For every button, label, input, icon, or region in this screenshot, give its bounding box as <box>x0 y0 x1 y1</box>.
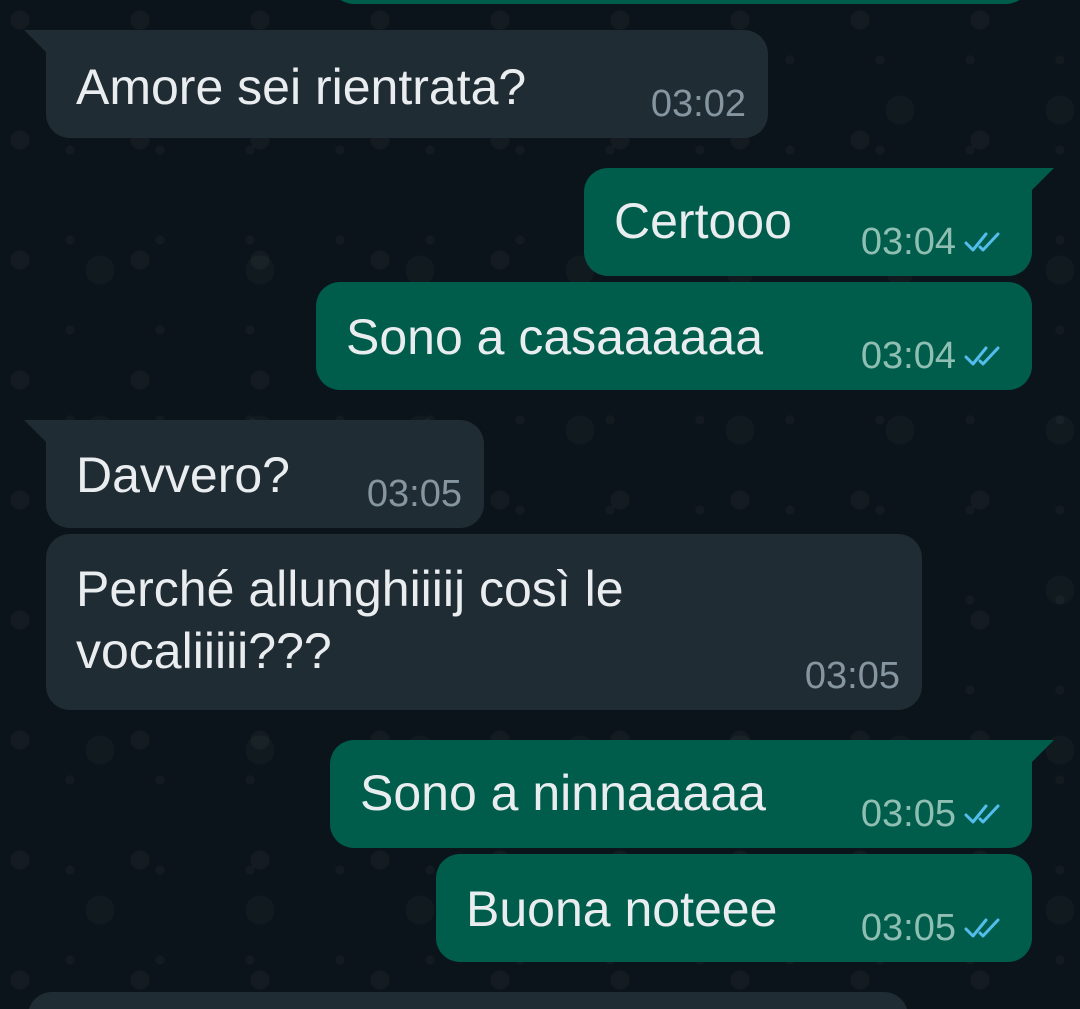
message-bubble-incoming[interactable]: Davvero? 03:05 <box>24 420 484 528</box>
bubble-tail <box>24 420 46 442</box>
message-meta: 03:05 <box>805 656 900 696</box>
message-meta: 03:05 <box>861 794 1010 834</box>
message-bubble-incoming[interactable]: Perché allunghiiiij così le vocaliiiii??… <box>46 534 922 710</box>
message-time: 03:05 <box>860 793 956 835</box>
double-check-read-icon <box>964 918 1000 938</box>
double-check-read-icon <box>964 346 1000 366</box>
message-meta: 03:04 <box>861 336 1010 376</box>
message-text: Sono a casaaaaaa <box>346 309 764 365</box>
message-time: 03:04 <box>860 221 956 263</box>
message-bubble-outgoing[interactable]: Sono a casaaaaaa 03:04 <box>316 282 1032 390</box>
chat-background[interactable]: Amore sei rientrata? 03:02 Certooo 03:04… <box>0 0 1080 1009</box>
message-time: 03:05 <box>804 655 900 697</box>
message-text: Sono a ninnaaaaa <box>360 765 766 821</box>
message-text: Davvero? <box>76 447 290 503</box>
message-meta: 03:05 <box>367 474 462 514</box>
bubble-tail <box>24 30 46 52</box>
message-bubble-incoming[interactable]: Amore sei rientrata? 03:02 <box>24 30 768 138</box>
double-check-read-icon <box>964 804 1000 824</box>
message-time: 03:05 <box>860 907 956 949</box>
message-text: Certooo <box>614 193 792 249</box>
partial-message-bubble[interactable] <box>28 992 908 1009</box>
message-meta: 03:02 <box>651 84 746 124</box>
message-text: Perché allunghiiiij così le vocaliiiii??… <box>76 561 624 679</box>
message-time: 03:05 <box>366 473 462 515</box>
message-meta: 03:05 <box>861 908 1010 948</box>
message-bubble-outgoing[interactable]: Certooo 03:04 <box>584 168 1054 276</box>
double-check-read-icon <box>964 232 1000 252</box>
message-time: 03:02 <box>650 83 746 125</box>
message-time: 03:04 <box>860 335 956 377</box>
message-text: Buona noteee <box>466 881 778 937</box>
bubble-tail <box>1032 740 1054 762</box>
message-meta: 03:04 <box>861 222 1010 262</box>
message-bubble-outgoing[interactable]: Sono a ninnaaaaa 03:05 <box>330 740 1054 848</box>
partial-message-bubble[interactable] <box>330 0 1030 4</box>
message-bubble-outgoing[interactable]: Buona noteee 03:05 <box>436 854 1032 962</box>
bubble-tail <box>1032 168 1054 190</box>
message-text: Amore sei rientrata? <box>76 59 527 115</box>
